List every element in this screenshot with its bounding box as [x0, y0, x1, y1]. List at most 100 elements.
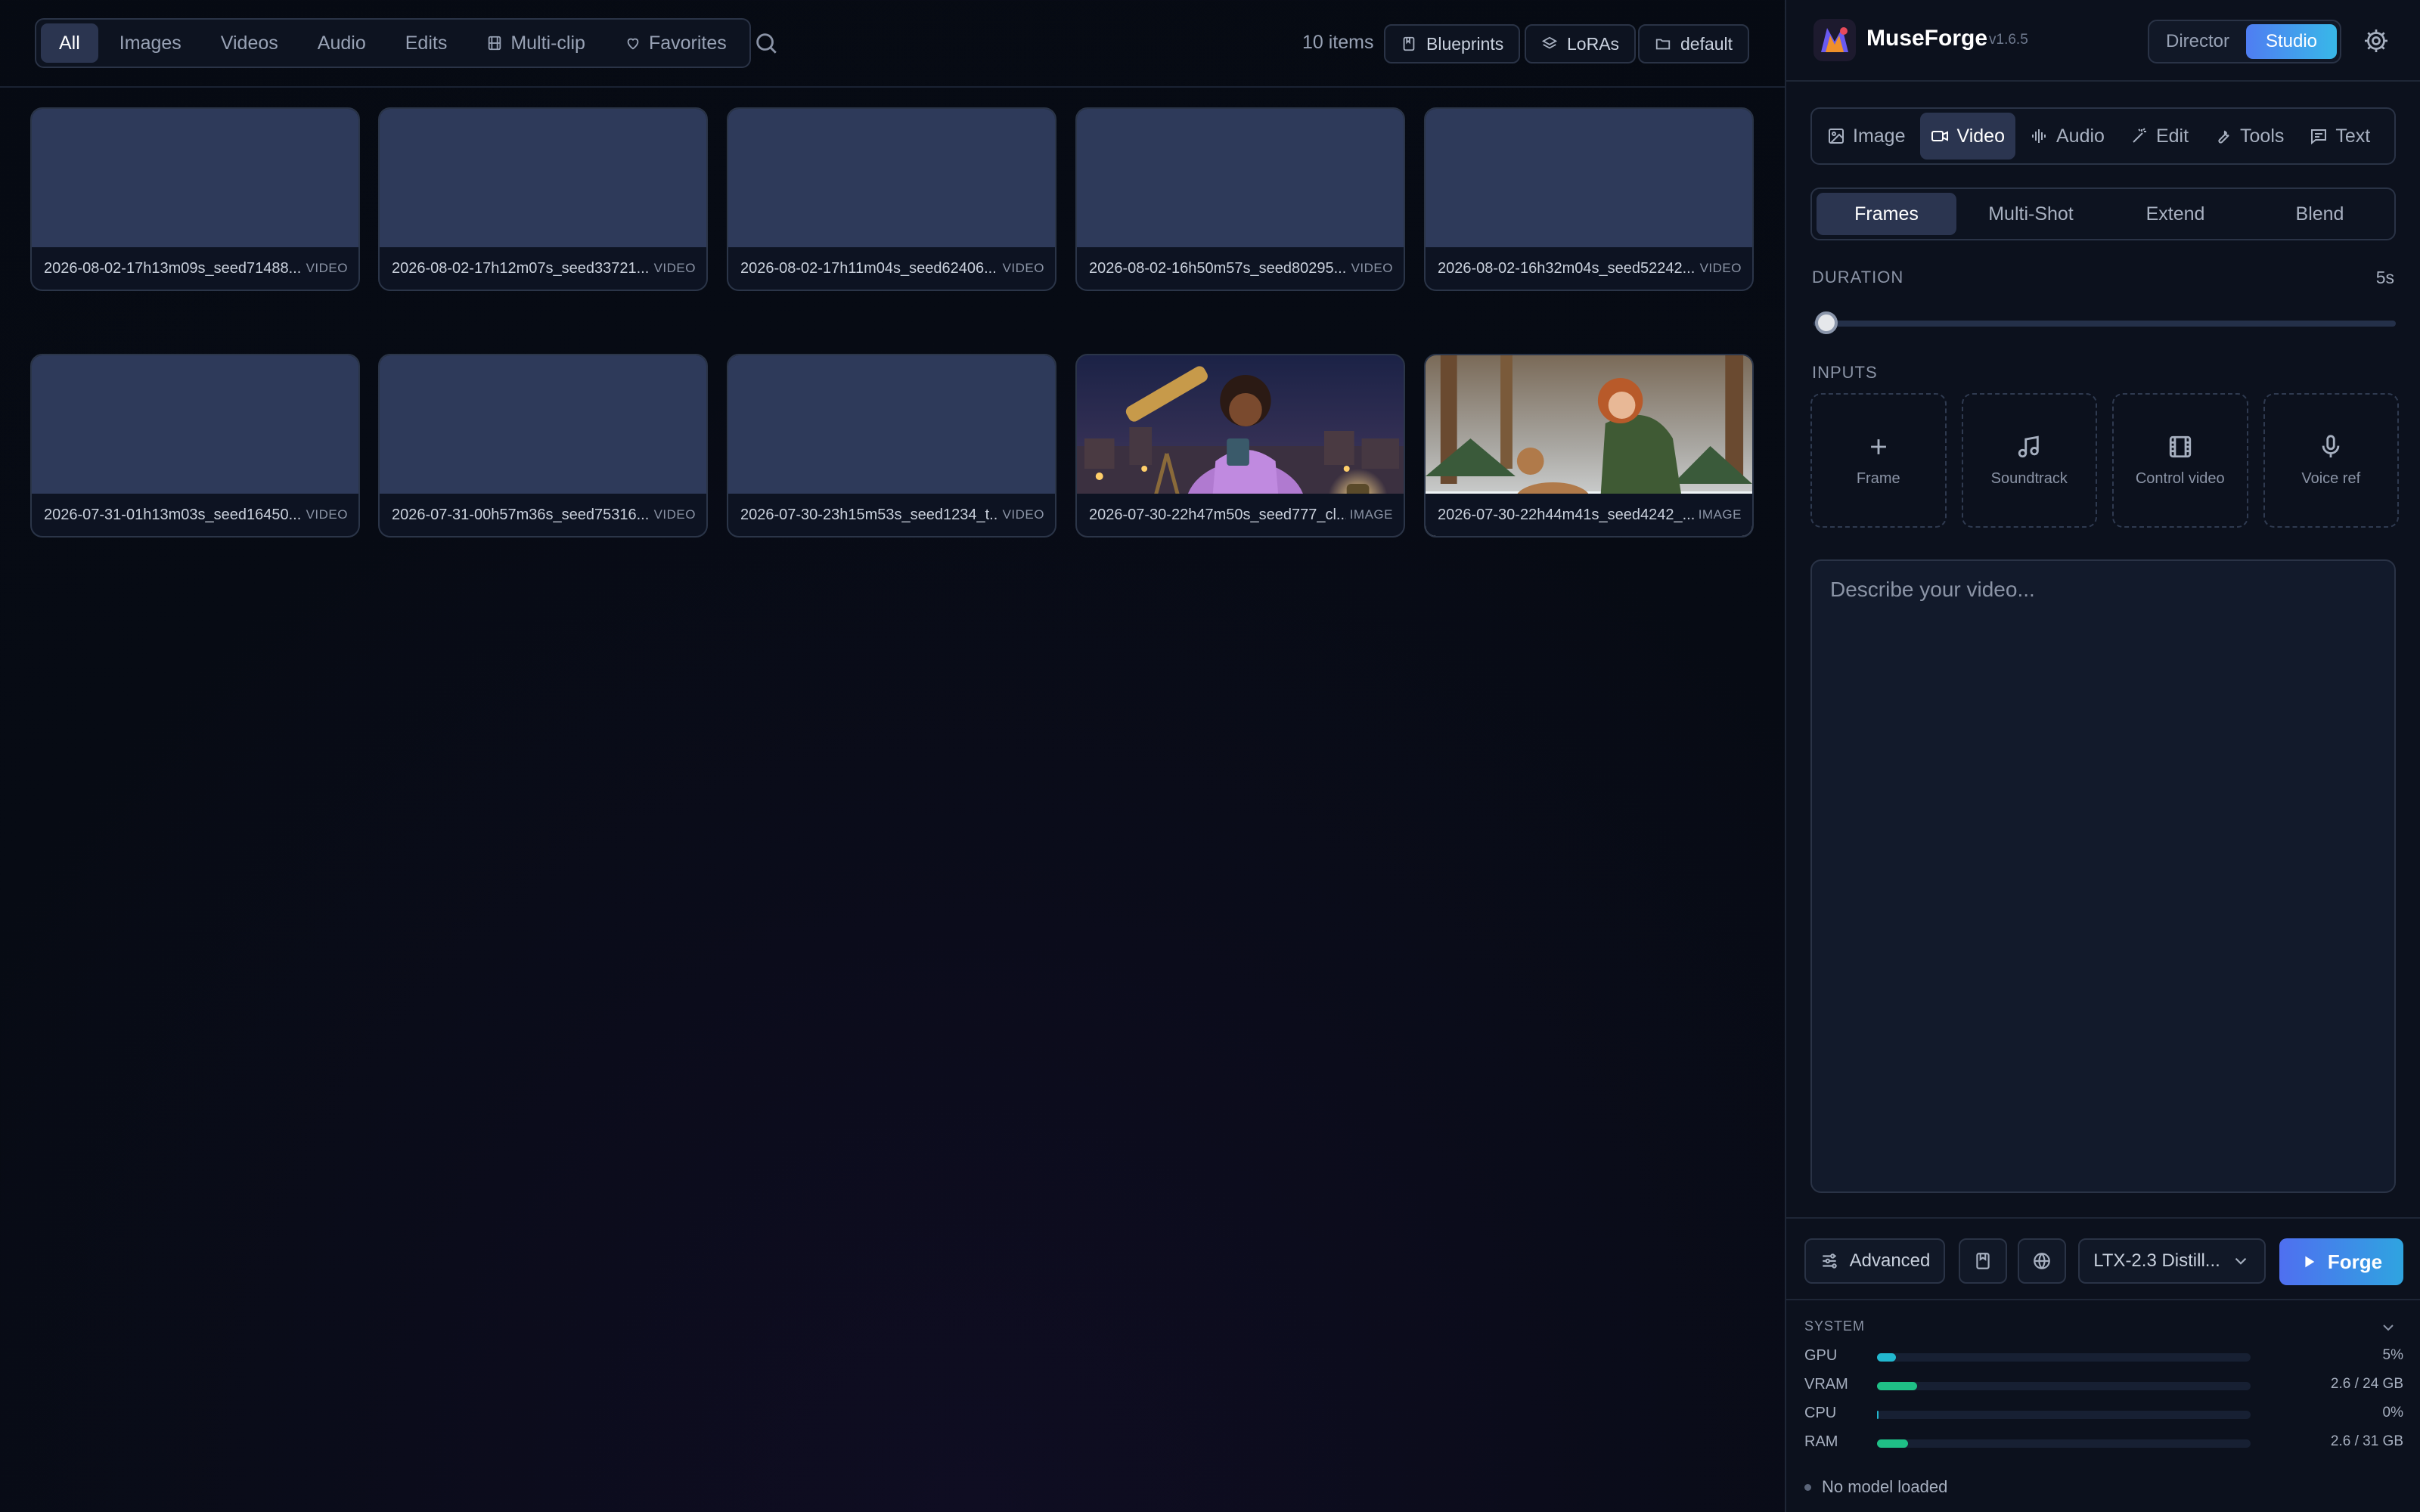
chevron-down-icon[interactable] — [2379, 1318, 2397, 1337]
metric-value: 2.6 / 24 GB — [2330, 1376, 2403, 1392]
status-dot — [1804, 1483, 1811, 1491]
tab-extend[interactable]: Extend — [2105, 193, 2245, 235]
filter-videos[interactable]: Videos — [203, 23, 296, 63]
duration-value: 5s — [2375, 268, 2394, 287]
card-footer: 2026-08-02-17h12m07s_seed33721... VIDEO — [380, 247, 706, 290]
card-filename: 2026-08-02-17h11m04s_seed62406... — [740, 259, 997, 277]
metric-name: VRAM — [1804, 1376, 1848, 1393]
card-filename: 2026-08-02-16h50m57s_seed80295... — [1089, 259, 1346, 277]
search-icon[interactable] — [753, 30, 779, 56]
card-filename: 2026-07-31-01h13m03s_seed16450... — [44, 506, 301, 523]
panel-header: MuseForge v1.6.5 Director Studio — [1786, 0, 2420, 82]
gallery-card[interactable]: 2026-07-30-22h44m41s_seed4242_... IMAGE — [1424, 354, 1754, 538]
tab-blend[interactable]: Blend — [2250, 193, 2390, 235]
tab-label: Image — [1853, 125, 1906, 147]
card-footer: 2026-08-02-17h13m09s_seed71488... VIDEO — [32, 247, 358, 290]
chevron-down-icon — [2235, 1257, 2247, 1265]
card-footer: 2026-07-30-23h15m53s_seed1234_t... VIDEO — [728, 494, 1055, 536]
metric-fill — [1877, 1353, 1896, 1362]
metric-bar — [1877, 1439, 2251, 1448]
filter-label: Audio — [317, 32, 366, 54]
folder-label: default — [1680, 33, 1733, 54]
prompt-input[interactable]: Describe your video... — [1810, 559, 2396, 1193]
inputs-label: INPUTS — [1812, 363, 1878, 382]
filter-multi-clip[interactable]: Multi-clip — [468, 23, 603, 63]
metric-name: CPU — [1804, 1405, 1837, 1421]
message-icon — [2311, 129, 2327, 145]
gallery-card[interactable]: 2026-07-31-01h13m03s_seed16450... VIDEO — [30, 354, 360, 538]
card-kind: VIDEO — [1002, 261, 1044, 275]
gallery-card[interactable]: 2026-08-02-17h13m09s_seed71488... VIDEO — [30, 107, 360, 291]
card-filename: 2026-07-30-22h47m50s_seed777_cl... — [1089, 506, 1346, 523]
gallery-card[interactable]: 2026-08-02-17h12m07s_seed33721... VIDEO — [378, 107, 708, 291]
metric-value: 0% — [2382, 1405, 2403, 1421]
wand-icon — [2133, 128, 2146, 143]
card-kind: VIDEO — [653, 507, 696, 522]
add-frame-button[interactable]: Frame — [1810, 393, 1947, 528]
filter-label: Videos — [220, 32, 278, 54]
duration-slider-handle[interactable] — [1815, 311, 1838, 334]
tab-edit[interactable]: Edit — [2120, 113, 2199, 160]
tab-frames[interactable]: Frames — [1817, 193, 1956, 235]
card-filename: 2026-08-02-16h32m04s_seed52242... — [1438, 259, 1695, 277]
system-title: SYSTEM — [1804, 1318, 1866, 1334]
globe-button[interactable] — [2018, 1238, 2066, 1284]
card-footer: 2026-08-02-16h32m04s_seed52242... VIDEO — [1426, 247, 1752, 290]
forge-button[interactable]: Forge — [2279, 1238, 2403, 1285]
mode-director[interactable]: Director — [2152, 24, 2243, 59]
blueprints-button[interactable]: Blueprints — [1384, 24, 1521, 64]
tab-audio[interactable]: Audio — [2020, 113, 2115, 160]
card-footer: 2026-08-02-17h11m04s_seed62406... VIDEO — [728, 247, 1055, 290]
mode-studio[interactable]: Studio — [2246, 24, 2337, 59]
card-filename: 2026-08-02-17h12m07s_seed33721... — [392, 259, 649, 277]
filter-label: Favorites — [648, 32, 727, 54]
add-voice-ref-button[interactable]: Voice ref — [2263, 393, 2399, 528]
filter-images[interactable]: Images — [101, 23, 200, 63]
save-preset-button[interactable] — [1959, 1238, 2007, 1284]
gallery-card[interactable]: 2026-08-02-16h50m57s_seed80295... VIDEO — [1075, 107, 1405, 291]
filter-favorites[interactable]: Favorites — [607, 23, 745, 63]
tab-image[interactable]: Image — [1817, 113, 1916, 160]
card-filename: 2026-07-31-00h57m36s_seed75316... — [392, 506, 649, 523]
card-kind: VIDEO — [1351, 261, 1393, 275]
model-select[interactable]: LTX-2.3 Distill... — [2078, 1238, 2266, 1284]
gallery-card[interactable]: 2026-08-02-17h11m04s_seed62406... VIDEO — [727, 107, 1056, 291]
folder-button[interactable]: default — [1638, 24, 1750, 64]
metric-ram: RAM 2.6 / 31 GB — [1804, 1432, 2403, 1455]
film-icon — [489, 36, 501, 51]
model-status-text: No model loaded — [1822, 1477, 1948, 1496]
gallery-card[interactable]: 2026-07-30-23h15m53s_seed1234_t... VIDEO — [727, 354, 1056, 538]
gallery-card[interactable]: 2026-08-02-16h32m04s_seed52242... VIDEO — [1424, 107, 1754, 291]
duration-slider[interactable] — [1813, 321, 2396, 327]
metric-name: GPU — [1804, 1347, 1838, 1364]
tab-label: Edit — [2155, 125, 2189, 147]
prompt-placeholder: Describe your video... — [1830, 578, 2035, 601]
waveform-icon — [2031, 129, 2046, 143]
loras-label: LoRAs — [1567, 33, 1620, 54]
gallery-card[interactable]: 2026-07-30-22h47m50s_seed777_cl... IMAGE — [1075, 354, 1405, 538]
metric-value: 5% — [2382, 1347, 2403, 1363]
tile-label: Frame — [1856, 469, 1900, 487]
gallery-card[interactable]: 2026-07-31-00h57m36s_seed75316... VIDEO — [378, 354, 708, 538]
gear-icon[interactable] — [2363, 27, 2390, 54]
filter-audio[interactable]: Audio — [299, 23, 384, 63]
advanced-button[interactable]: Advanced — [1804, 1238, 1945, 1284]
metric-cpu: CPU 0% — [1804, 1403, 2403, 1426]
tab-multi-shot[interactable]: Multi-Shot — [1961, 193, 2101, 235]
card-kind: VIDEO — [1002, 507, 1044, 522]
tab-text[interactable]: Text — [2299, 113, 2381, 160]
filter-edits[interactable]: Edits — [387, 23, 466, 63]
app-version: v1.6.5 — [1989, 32, 2028, 48]
metric-fill — [1877, 1382, 1918, 1390]
microphone-icon — [2322, 434, 2340, 457]
tab-tools[interactable]: Tools — [2204, 113, 2294, 160]
generation-type-tabs: Image Video Audio Edit Tools Text — [1810, 107, 2396, 165]
filter-all[interactable]: All — [41, 23, 98, 63]
tab-video[interactable]: Video — [1920, 113, 2015, 160]
add-soundtrack-button[interactable]: Soundtrack — [1961, 393, 2097, 528]
filter-tabs: All Images Videos Audio Edits Multi-clip… — [35, 18, 751, 68]
tile-label: Voice ref — [2301, 469, 2361, 487]
add-control-video-button[interactable]: Control video — [2112, 393, 2248, 528]
duration-label: DURATION — [1812, 268, 1904, 287]
loras-button[interactable]: LoRAs — [1525, 24, 1637, 64]
